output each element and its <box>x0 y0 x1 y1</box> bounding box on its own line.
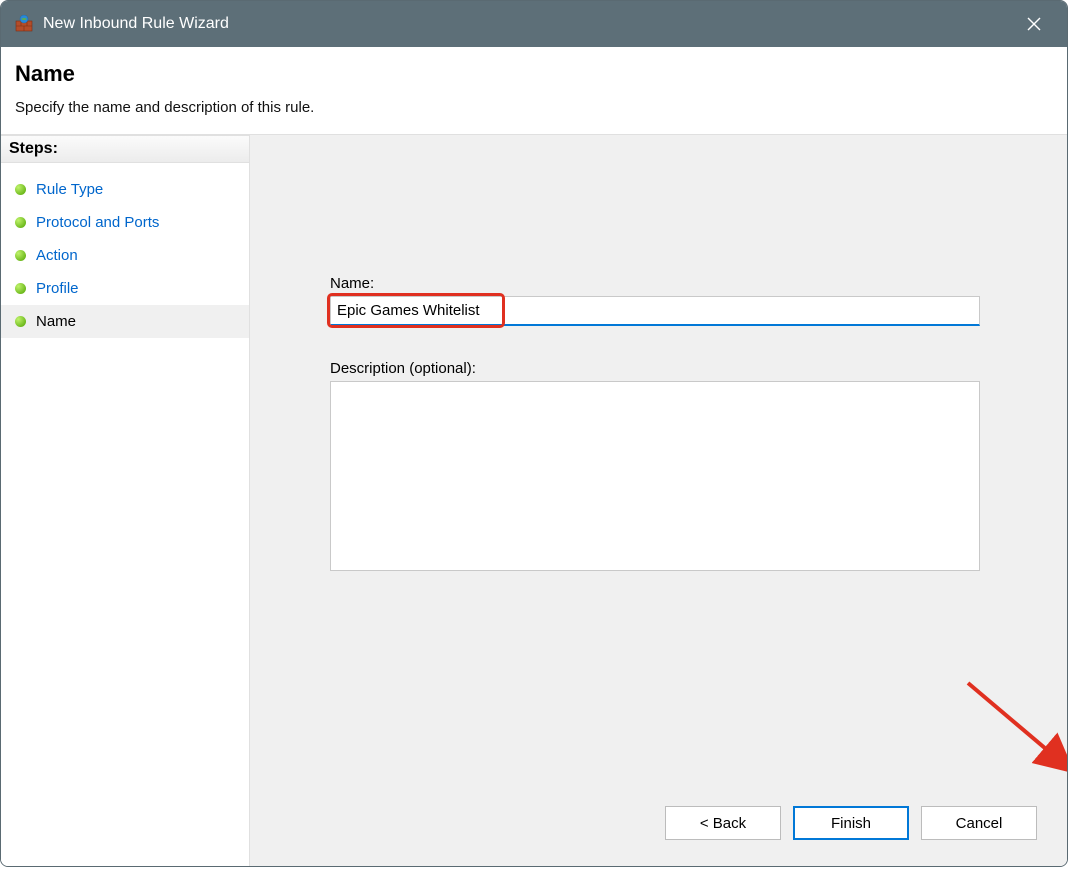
firewall-app-icon <box>15 15 33 33</box>
titlebar: New Inbound Rule Wizard <box>1 1 1067 47</box>
wizard-header: Name Specify the name and description of… <box>1 47 1067 135</box>
wizard-body: Steps: Rule Type Protocol and Ports Acti… <box>1 135 1067 866</box>
name-field-label: Name: <box>330 275 987 292</box>
description-field-label: Description (optional): <box>330 360 987 377</box>
step-name[interactable]: Name <box>1 305 249 338</box>
step-protocol-ports[interactable]: Protocol and Ports <box>1 206 249 239</box>
wizard-window: New Inbound Rule Wizard Name Specify the… <box>0 0 1068 867</box>
step-label: Profile <box>36 280 79 297</box>
close-button[interactable] <box>1011 1 1057 47</box>
arrow-annotation <box>960 675 1068 785</box>
bullet-icon <box>15 250 26 261</box>
page-subtitle: Specify the name and description of this… <box>15 99 1053 116</box>
name-input-wrap <box>330 296 987 326</box>
step-label: Protocol and Ports <box>36 214 159 231</box>
close-icon <box>1027 17 1041 31</box>
steps-list: Rule Type Protocol and Ports Action Prof… <box>1 163 249 338</box>
back-button[interactable]: < Back <box>665 806 781 840</box>
wizard-buttons: < Back Finish Cancel <box>665 806 1037 840</box>
window-title: New Inbound Rule Wizard <box>43 15 1011 33</box>
bullet-icon <box>15 283 26 294</box>
finish-button[interactable]: Finish <box>793 806 909 840</box>
rule-description-input[interactable] <box>330 381 980 571</box>
bullet-icon <box>15 217 26 228</box>
bullet-icon <box>15 184 26 195</box>
step-profile[interactable]: Profile <box>1 272 249 305</box>
step-label: Action <box>36 247 78 264</box>
step-label: Name <box>36 313 76 330</box>
bullet-icon <box>15 316 26 327</box>
step-rule-type[interactable]: Rule Type <box>1 173 249 206</box>
step-label: Rule Type <box>36 181 103 198</box>
step-action[interactable]: Action <box>1 239 249 272</box>
wizard-content: Name: Description (optional): < Back Fin… <box>249 135 1067 866</box>
steps-heading: Steps: <box>1 135 249 163</box>
rule-name-input[interactable] <box>330 296 980 326</box>
page-title: Name <box>15 61 1053 87</box>
cancel-button[interactable]: Cancel <box>921 806 1037 840</box>
steps-sidebar: Steps: Rule Type Protocol and Ports Acti… <box>1 135 249 866</box>
